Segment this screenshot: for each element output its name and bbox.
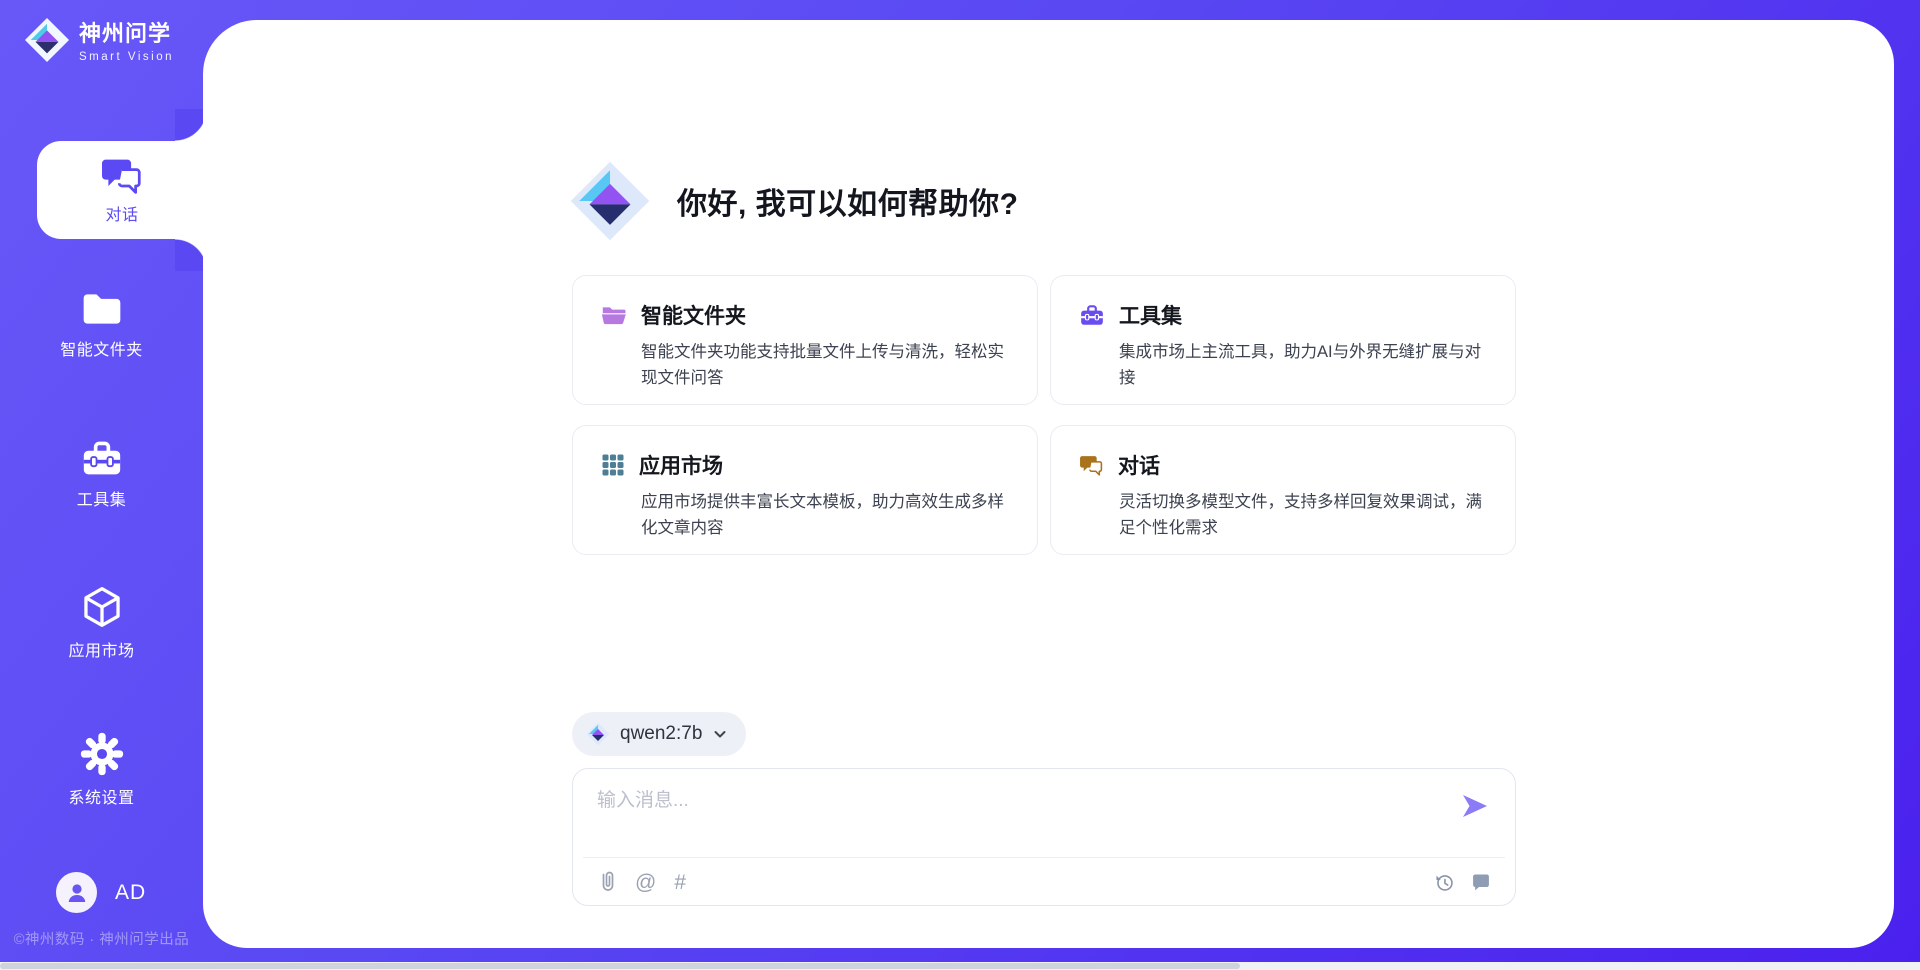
card-smart-folder[interactable]: 智能文件夹 智能文件夹功能支持批量文件上传与清洗，轻松实现文件问答 (572, 275, 1038, 405)
gear-icon (0, 732, 203, 776)
brand-logo-icon (24, 17, 70, 63)
sidebar: 神州问学 Smart Vision 对话 智能文件夹 (0, 0, 203, 970)
brand-subtitle: Smart Vision (79, 51, 174, 63)
model-logo-icon (586, 722, 610, 746)
open-folder-icon (601, 303, 627, 327)
cube-icon (0, 585, 203, 629)
model-selector[interactable]: qwen2:7b (572, 712, 746, 756)
scrollbar-thumb[interactable] (0, 963, 1240, 969)
folder-icon (0, 290, 203, 328)
sidebar-item-label: 系统设置 (0, 784, 203, 808)
chat-bubbles-icon (37, 156, 207, 196)
user-row[interactable]: AD (56, 872, 146, 913)
card-description: 集成市场上主流工具，助力AI与外界无缝扩展与对接 (1119, 340, 1491, 391)
toolbox-icon (0, 438, 203, 478)
card-title: 工具集 (1119, 300, 1182, 330)
attachment-icon[interactable] (597, 871, 617, 893)
composer-toolbar: @ # (573, 858, 1515, 906)
card-description: 灵活切换多模型文件，支持多样回复效果调试，满足个性化需求 (1119, 490, 1491, 541)
card-app-market[interactable]: 应用市场 应用市场提供丰富长文本模板，助力高效生成多样化文章内容 (572, 425, 1038, 555)
sidebar-item-label: 应用市场 (0, 637, 203, 661)
greeting-title: 你好, 我可以如何帮助你? (677, 179, 1019, 223)
card-description: 应用市场提供丰富长文本模板，助力高效生成多样化文章内容 (641, 490, 1013, 541)
card-title: 智能文件夹 (641, 300, 746, 330)
chat-bubbles-icon (1079, 454, 1104, 477)
app-root: 神州问学 Smart Vision 对话 智能文件夹 (0, 0, 1920, 970)
greeting: 你好, 我可以如何帮助你? (569, 160, 1019, 242)
copyright: ©神州数码 · 神州问学出品 (0, 928, 203, 949)
sidebar-item-label: 工具集 (0, 486, 203, 510)
brand-name: 神州问学 (79, 16, 174, 48)
sidebar-item-settings[interactable]: 系统设置 (0, 732, 203, 808)
composer: @ # (572, 768, 1516, 906)
card-title: 应用市场 (639, 450, 723, 480)
chat-bubble-icon[interactable] (1471, 872, 1491, 892)
sidebar-item-label: 对话 (37, 201, 207, 225)
sidebar-item-label: 智能文件夹 (0, 336, 203, 360)
sidebar-item-toolset[interactable]: 工具集 (0, 438, 203, 510)
avatar[interactable] (56, 872, 97, 913)
card-chat[interactable]: 对话 灵活切换多模型文件，支持多样回复效果调试，满足个性化需求 (1050, 425, 1516, 555)
sidebar-item-smart-folder[interactable]: 智能文件夹 (0, 290, 203, 360)
assistant-logo-icon (569, 160, 651, 242)
send-icon[interactable] (1461, 793, 1489, 819)
feature-cards: 智能文件夹 智能文件夹功能支持批量文件上传与清洗，轻松实现文件问答 (572, 275, 1516, 555)
chevron-down-icon (712, 726, 728, 742)
sidebar-item-chat[interactable]: 对话 (37, 141, 207, 239)
person-icon (65, 881, 89, 905)
main-panel: 你好, 我可以如何帮助你? 智能文件夹 智能文件夹功能支持批量文件上传与清洗，轻… (203, 20, 1894, 948)
user-name: AD (115, 881, 146, 905)
grid-icon (601, 453, 625, 477)
history-icon[interactable] (1434, 872, 1455, 893)
sidebar-item-app-market[interactable]: 应用市场 (0, 585, 203, 661)
toolbox-icon (1079, 303, 1105, 327)
card-description: 智能文件夹功能支持批量文件上传与清洗，轻松实现文件问答 (641, 340, 1013, 391)
mention-icon[interactable]: @ (635, 872, 656, 893)
card-title: 对话 (1118, 450, 1160, 480)
horizontal-scrollbar[interactable] (0, 962, 1920, 970)
model-name: qwen2:7b (620, 723, 702, 745)
brand: 神州问学 Smart Vision (24, 16, 174, 63)
message-input[interactable] (597, 785, 1427, 847)
topic-hash-icon[interactable]: # (674, 872, 686, 893)
card-toolset[interactable]: 工具集 集成市场上主流工具，助力AI与外界无缝扩展与对接 (1050, 275, 1516, 405)
